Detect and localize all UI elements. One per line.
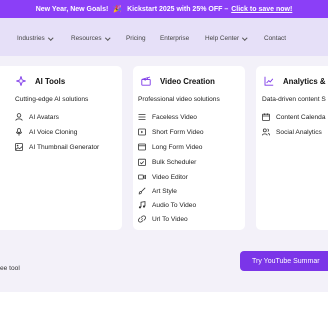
menu-item-label: Bulk Scheduler <box>152 158 197 166</box>
menu-item-label: Social Analytics <box>276 128 322 136</box>
card-title-label: AI Tools <box>35 76 66 86</box>
nav-item-resources[interactable]: Resources <box>71 35 110 42</box>
nav-item-pricing[interactable]: Pricing <box>126 35 146 42</box>
menu-item-ai-voice-cloning[interactable]: AI Voice Cloning <box>15 128 77 136</box>
link-icon <box>138 215 146 223</box>
menu-item-label: Art Style <box>152 187 177 195</box>
menu-item-label: Long Form Video <box>152 143 203 151</box>
nav-item-label: Enterprise <box>160 35 190 42</box>
calendar-check-icon <box>138 158 146 166</box>
chevron-down-icon <box>104 35 110 40</box>
menu-card-ai-tools: AI Tools Cutting-edge AI solutions AI Av… <box>0 66 122 230</box>
nav-item-industries[interactable]: Industries <box>17 35 53 42</box>
nav-item-label: Industries <box>17 35 45 42</box>
brush-icon <box>138 187 146 195</box>
card-title-ai-tools[interactable]: AI Tools <box>16 76 65 86</box>
banner-promo-text: Kickstart 2025 with 25% OFF – <box>127 5 229 13</box>
menu-item-short-form-video[interactable]: Short Form Video <box>138 128 204 136</box>
menu-item-ai-avatars[interactable]: AI Avatars <box>15 113 59 121</box>
nav-item-label: Pricing <box>126 35 146 42</box>
video-frame-icon <box>138 128 146 136</box>
card-title-label: Analytics & P <box>283 76 328 86</box>
card-title-label: Video Creation <box>160 76 215 86</box>
menu-item-label: AI Voice Cloning <box>29 128 78 136</box>
banner-headline: New Year, New Goals! <box>35 5 109 13</box>
menu-item-label: AI Avatars <box>29 113 59 121</box>
menu-item-label: Audio To Video <box>152 201 197 209</box>
menu-item-audio-to-video[interactable]: Audio To Video <box>138 201 196 209</box>
microphone-icon <box>16 128 22 136</box>
card-title-analytics[interactable]: Analytics & P <box>264 76 328 86</box>
menu-item-label: Faceless Video <box>152 113 197 121</box>
card-subtitle: Cutting-edge AI solutions <box>15 96 89 103</box>
card-subtitle: Data-driven content S <box>262 96 326 103</box>
menu-card-analytics: Analytics & P Data-driven content S Cont… <box>256 66 328 230</box>
menu-item-faceless-video[interactable]: Faceless Video <box>138 113 197 121</box>
menu-item-bulk-scheduler[interactable]: Bulk Scheduler <box>138 158 196 166</box>
menu-item-video-editor[interactable]: Video Editor <box>138 173 188 181</box>
menu-item-label: Content Calenda <box>276 113 326 121</box>
banner-save-link[interactable]: Click to save now! <box>231 6 292 13</box>
nav-item-help-center[interactable]: Help Center <box>205 35 248 42</box>
menu-item-label: Video Editor <box>152 173 188 181</box>
users-icon <box>262 128 270 136</box>
calendar-icon <box>262 113 270 121</box>
nav-item-contact[interactable]: Contact <box>264 35 286 42</box>
sparkle-icon <box>16 76 26 86</box>
nav-item-label: Help Center <box>205 35 240 42</box>
menu-item-art-style[interactable]: Art Style <box>138 187 177 195</box>
menu-card-video-creation: Video Creation Professional video soluti… <box>133 66 245 230</box>
user-icon <box>15 113 23 121</box>
party-icon: 🎉 <box>113 6 123 13</box>
card-title-video-creation[interactable]: Video Creation <box>141 76 215 86</box>
list-icon <box>138 114 146 120</box>
menu-item-content-calendar[interactable]: Content Calenda <box>262 113 326 121</box>
footer-text: ee tool <box>0 265 20 272</box>
top-navbar: Industries Resources Pricing Enterprise … <box>0 18 328 56</box>
chevron-down-icon <box>47 35 53 40</box>
video-frame-icon <box>138 143 146 151</box>
try-youtube-summary-button[interactable]: Try YouTube Summar <box>240 251 328 271</box>
menu-item-url-to-video[interactable]: Url To Video <box>138 215 188 223</box>
video-camera-icon <box>138 174 146 180</box>
card-subtitle: Professional video solutions <box>138 96 220 103</box>
chart-line-icon <box>264 76 274 86</box>
image-icon <box>15 143 23 151</box>
chevron-down-icon <box>242 35 248 40</box>
menu-item-social-analytics[interactable]: Social Analytics <box>262 128 322 136</box>
menu-item-label: Url To Video <box>152 215 188 223</box>
menu-item-ai-thumbnail-generator[interactable]: AI Thumbnail Generator <box>15 143 99 151</box>
menu-item-label: Short Form Video <box>152 128 204 136</box>
nav-item-label: Contact <box>264 35 287 42</box>
promo-banner[interactable]: New Year, New Goals! 🎉 Kickstart 2025 wi… <box>0 0 328 18</box>
clapperboard-icon <box>141 76 151 86</box>
menu-item-label: AI Thumbnail Generator <box>29 143 100 151</box>
nav-item-label: Resources <box>71 35 102 42</box>
menu-item-long-form-video[interactable]: Long Form Video <box>138 143 202 151</box>
music-note-icon <box>138 201 146 209</box>
nav-item-enterprise[interactable]: Enterprise <box>160 35 189 42</box>
